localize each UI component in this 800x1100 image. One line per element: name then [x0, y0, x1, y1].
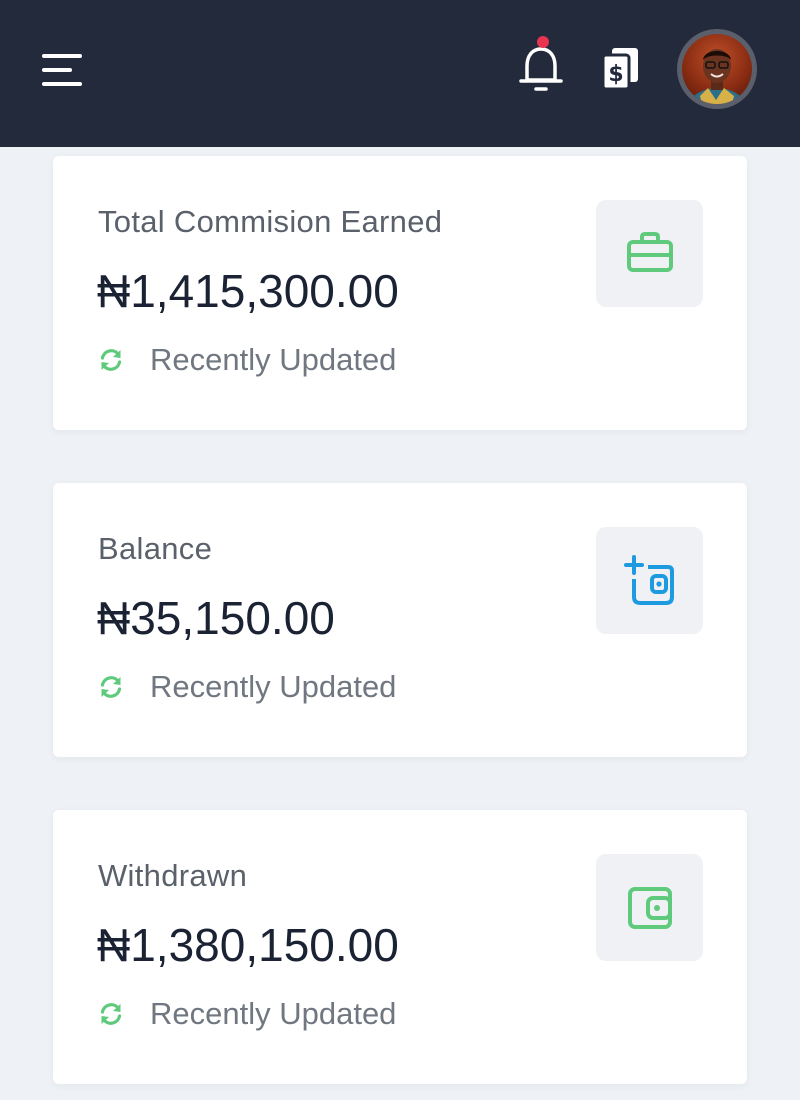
svg-text:$: $	[608, 62, 623, 87]
payments-button[interactable]: $	[594, 40, 648, 96]
card-status: Recently Updated	[98, 994, 396, 1034]
card-amount: ₦1,415,300.00	[97, 265, 399, 317]
card-icon-box	[596, 527, 703, 634]
balance-card: Balance ₦35,150.00 Recently Updated	[53, 483, 747, 757]
refresh-icon	[100, 349, 122, 371]
withdrawn-card: Withdrawn ₦1,380,150.00 Recently Updated	[53, 810, 747, 1084]
card-title: Withdrawn	[98, 858, 248, 893]
notification-bell-button[interactable]	[512, 34, 570, 98]
status-label: Recently Updated	[150, 996, 397, 1031]
card-icon-box	[596, 854, 703, 961]
status-label: Recently Updated	[150, 669, 397, 704]
card-icon-box	[596, 200, 703, 307]
top-navbar: $	[0, 0, 800, 147]
card-status: Recently Updated	[98, 340, 396, 380]
refresh-icon	[100, 1003, 122, 1025]
hamburger-menu-icon[interactable]	[34, 42, 90, 98]
wallet-icon	[627, 886, 672, 929]
notification-dot	[537, 36, 549, 48]
card-title: Total Commision Earned	[98, 204, 443, 239]
briefcase-icon	[626, 231, 673, 272]
commission-card: Total Commision Earned ₦1,415,300.00 Rec…	[53, 156, 747, 430]
status-label: Recently Updated	[150, 342, 397, 377]
card-title: Balance	[98, 531, 213, 566]
card-amount: ₦35,150.00	[97, 592, 335, 644]
refresh-icon	[100, 676, 122, 698]
card-amount: ₦1,380,150.00	[97, 919, 399, 971]
avatar-photo	[682, 34, 752, 104]
user-avatar[interactable]	[677, 29, 757, 109]
card-status: Recently Updated	[98, 667, 396, 707]
bell-icon	[519, 36, 563, 91]
add-wallet-icon	[623, 554, 674, 605]
dollar-bills-icon: $	[601, 48, 638, 91]
